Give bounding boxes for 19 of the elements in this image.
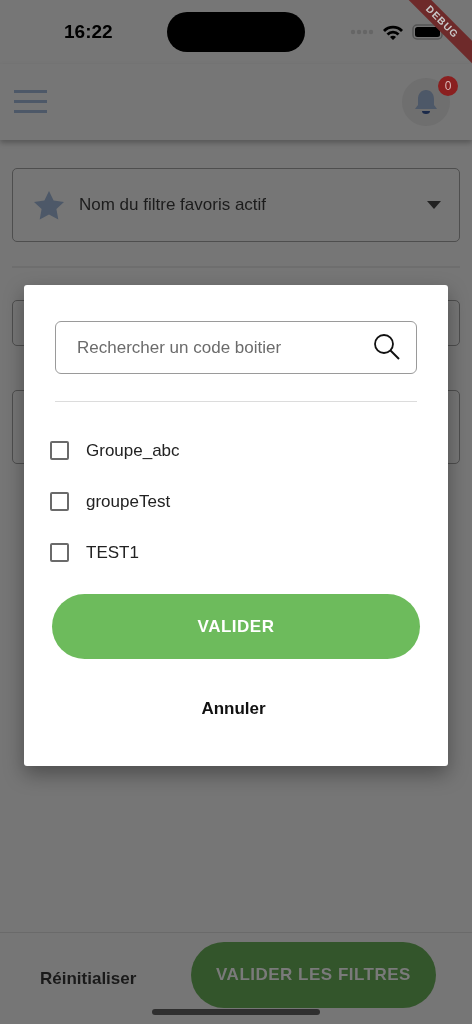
checkbox[interactable]: [50, 492, 69, 511]
notification-badge: 0: [438, 76, 458, 96]
option-label: groupeTest: [86, 490, 171, 513]
favorite-filter-dropdown[interactable]: Nom du filtre favoris actif: [12, 168, 460, 242]
apply-filters-button[interactable]: VALIDER LES FILTRES: [191, 941, 436, 1008]
star-icon: [33, 190, 65, 220]
confirm-button[interactable]: VALIDER: [52, 594, 420, 659]
search-field[interactable]: Rechercher un code boitier: [55, 321, 417, 374]
caret-icon: [427, 201, 441, 209]
cancel-button[interactable]: Annuler: [195, 695, 272, 723]
search-icon: [373, 333, 401, 361]
option-label: Groupe_abc: [86, 439, 180, 462]
checkbox[interactable]: [50, 441, 69, 460]
bell-icon: [413, 88, 439, 116]
option-label: TEST1: [86, 541, 139, 564]
reset-button[interactable]: Réinitialiser: [40, 965, 137, 992]
checkbox[interactable]: [50, 543, 69, 562]
status-time: 16:22: [64, 19, 114, 44]
wifi-icon: [382, 24, 404, 40]
